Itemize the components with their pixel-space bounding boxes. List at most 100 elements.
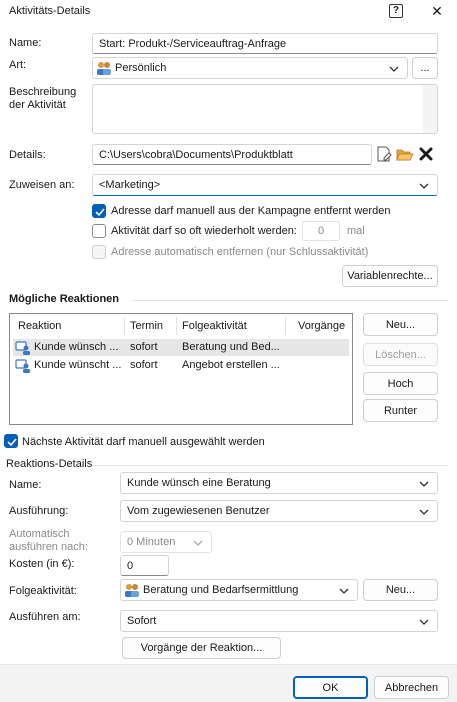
cancel-button[interactable]: Abbrechen — [374, 676, 449, 699]
reaction-new-label: Neu... — [385, 318, 416, 331]
close-button[interactable]: ✕ — [428, 2, 446, 20]
rd-name-label: Name: — [9, 479, 42, 491]
assign-select-value: <Marketing> — [99, 179, 161, 191]
rd-cost-value: 0 — [127, 559, 134, 572]
assign-select[interactable]: <Marketing> — [92, 174, 438, 196]
remove-address-label: Adresse darf manuell aus der Kampagne en… — [111, 205, 391, 217]
reaction-termin: sofort — [130, 341, 158, 353]
details-input-value: C:\Users\cobra\Documents\Produktblatt — [99, 148, 293, 161]
rd-name-value: Kunde wünsch eine Beratung — [127, 477, 271, 489]
rd-run-value: Sofort — [127, 615, 157, 627]
repeat-unit-label: mal — [347, 225, 365, 237]
chevron-down-icon — [419, 617, 429, 629]
rd-follow-label: Folgeaktivität: — [9, 585, 77, 597]
reaction-details-rule — [93, 465, 448, 466]
reactions-title-rule — [132, 300, 448, 301]
reaction-name: Kunde wünsch ... — [34, 341, 119, 353]
description-label: Beschreibung der Aktivität — [9, 86, 76, 112]
help-button[interactable]: ? — [389, 4, 403, 18]
details-input[interactable]: C:\Users\cobra\Documents\Produktblatt — [92, 144, 372, 165]
rd-follow-new-button[interactable]: Neu... — [363, 579, 438, 601]
reaction-name: Kunde wünscht ... — [34, 359, 122, 371]
close-icon: ✕ — [431, 3, 443, 19]
auto-remove-label: Adresse automatisch entfernen (nur Schlu… — [111, 246, 369, 258]
help-icon: ? — [392, 5, 400, 16]
rd-auto-value: 0 Minuten — [127, 536, 176, 548]
column-header-reaktion[interactable]: Reaktion — [18, 320, 61, 332]
rd-run-select[interactable]: Sofort — [120, 610, 438, 632]
folder-open-icon[interactable] — [396, 147, 414, 162]
reaction-delete-button[interactable]: Löschen... — [363, 343, 438, 366]
next-activity-checkbox[interactable] — [4, 434, 18, 448]
persons-icon — [124, 583, 140, 597]
persons-icon — [96, 61, 112, 75]
ok-label: OK — [322, 681, 339, 694]
auto-remove-checkbox[interactable] — [92, 245, 106, 259]
rd-exec-select[interactable]: Vom zugewiesenen Benutzer — [120, 500, 438, 522]
chevron-down-icon — [419, 479, 429, 491]
reaction-termin: sofort — [130, 359, 158, 371]
reaction-details-title: Reaktions-Details — [6, 458, 93, 470]
column-header-termin[interactable]: Termin — [130, 320, 163, 332]
chevron-down-icon — [389, 64, 399, 76]
reaction-person-icon — [15, 358, 31, 376]
cancel-label: Abbrechen — [384, 681, 439, 694]
variables-rights-button[interactable]: Variablenrechte... — [342, 265, 438, 287]
table-row[interactable]: Kunde wünsch ... sofort Beratung und Bed… — [13, 339, 349, 356]
description-label-line1: Beschreibung — [9, 86, 77, 98]
name-input-value: Start: Produkt-/Serviceauftrag-Anfrage — [99, 37, 287, 50]
rd-follow-new-label: Neu... — [385, 584, 416, 596]
chevron-down-icon — [419, 507, 429, 519]
rd-cost-input[interactable]: 0 — [120, 555, 169, 576]
reaction-folge: Angebot erstellen ... — [182, 359, 280, 371]
chevron-down-icon — [339, 586, 349, 598]
rd-name-select[interactable]: Kunde wünsch eine Beratung — [120, 472, 438, 494]
rd-auto-label: Automatisch ausführen nach: — [9, 528, 88, 554]
rd-follow-select[interactable]: Beratung und Bedarfsermittlung — [120, 579, 358, 601]
reaction-up-button[interactable]: Hoch — [363, 372, 438, 395]
chevron-down-icon — [419, 181, 429, 193]
reaction-down-button[interactable]: Runter — [363, 399, 438, 422]
reaction-new-button[interactable]: Neu... — [363, 313, 438, 336]
description-textarea[interactable] — [92, 84, 438, 134]
name-input[interactable]: Start: Produkt-/Serviceauftrag-Anfrage — [92, 33, 438, 54]
column-separator — [124, 317, 125, 335]
rd-auto-select[interactable]: 0 Minuten — [120, 531, 212, 553]
art-more-label: ... — [420, 62, 430, 74]
variables-rights-label: Variablenrechte... — [347, 270, 433, 282]
rd-processes-button[interactable]: Vorgänge der Reaktion... — [122, 637, 281, 659]
rd-run-label: Ausführen am: — [9, 611, 81, 623]
delete-icon[interactable] — [419, 147, 433, 161]
column-separator — [176, 317, 177, 335]
repeat-count-value: 0 — [317, 225, 325, 237]
next-activity-label: Nächste Aktivität darf manuell ausgewähl… — [22, 436, 265, 448]
checkmark-icon — [95, 208, 105, 217]
rd-auto-label-line2: ausführen nach: — [9, 541, 88, 553]
repeat-activity-label: Aktivität darf so oft wiederholt werden: — [111, 225, 297, 237]
rd-exec-value: Vom zugewiesenen Benutzer — [127, 505, 270, 517]
reaction-person-icon — [15, 340, 31, 358]
column-header-vorgaenge[interactable]: Vorgänge — [298, 320, 345, 332]
art-more-button[interactable]: ... — [412, 57, 438, 79]
repeat-count-input[interactable]: 0 — [302, 221, 340, 241]
column-separator — [285, 317, 286, 335]
ok-button[interactable]: OK — [293, 676, 368, 699]
window-title: Aktivitäts-Details — [9, 5, 91, 17]
rd-exec-label: Ausführung: — [9, 505, 69, 517]
assign-label: Zuweisen an: — [9, 179, 75, 191]
rd-processes-label: Vorgänge der Reaktion... — [140, 642, 263, 654]
repeat-activity-checkbox[interactable] — [92, 224, 106, 238]
table-row[interactable]: Kunde wünscht ... sofort Angebot erstell… — [13, 357, 349, 374]
checkmark-icon — [7, 438, 17, 447]
art-select[interactable]: Persönlich — [92, 57, 408, 79]
reaction-delete-label: Löschen... — [375, 348, 426, 361]
rd-cost-label: Kosten (in €): — [9, 558, 75, 570]
column-header-folgeaktivitaet[interactable]: Folgeaktivität — [182, 320, 247, 332]
rd-follow-value: Beratung und Bedarfsermittlung — [143, 584, 299, 596]
rd-auto-label-line1: Automatisch — [9, 528, 70, 540]
edit-document-icon[interactable] — [376, 146, 392, 163]
reaction-down-label: Runter — [383, 404, 418, 417]
remove-address-checkbox[interactable] — [92, 204, 106, 218]
textarea-scrollbar[interactable] — [423, 85, 437, 133]
reaction-up-label: Hoch — [387, 377, 414, 390]
